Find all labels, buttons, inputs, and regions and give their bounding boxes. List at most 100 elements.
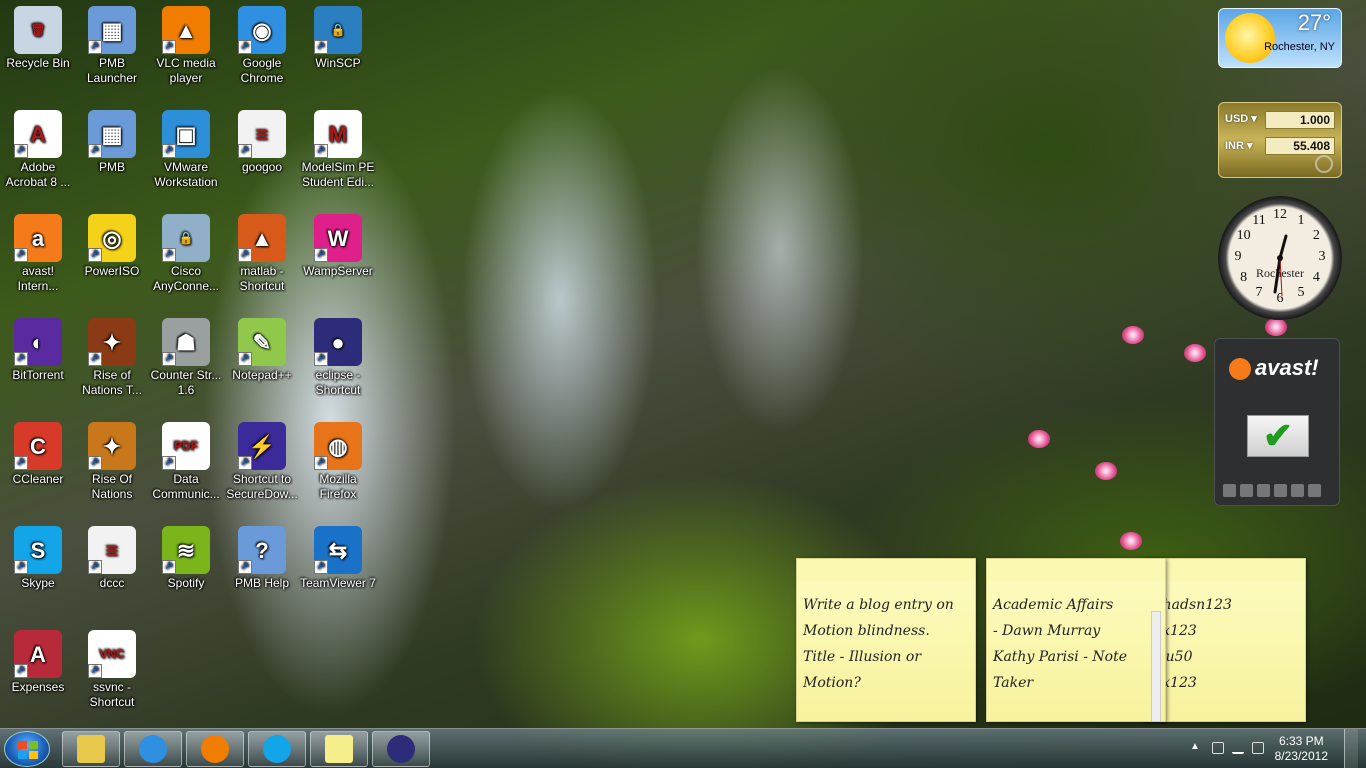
sticky-note-text[interactable]: Write a blog entry on Motion blindness. … — [803, 592, 969, 696]
shortcut-arrow-icon: ↗ — [88, 456, 102, 470]
avast-gadget[interactable]: avast! ✔ — [1214, 338, 1340, 506]
desktop-icon-label: Rise of Nations T... — [82, 368, 142, 397]
clock-display[interactable]: 6:33 PM 8/23/2012 — [1275, 734, 1328, 764]
taskbar-skype-button[interactable] — [248, 731, 306, 767]
recycle-bin-icon: 🗑 — [14, 6, 62, 54]
shortcut-arrow-icon: ↗ — [314, 456, 328, 470]
refresh-icon[interactable] — [1257, 484, 1270, 497]
battery-icon[interactable] — [1212, 742, 1224, 754]
facebook-icon[interactable] — [1291, 484, 1304, 497]
taskbar-eclipse-button[interactable] — [372, 731, 430, 767]
text-file-icon: ≡ ↗ — [88, 526, 136, 574]
sticky-note-3[interactable]: ishadsn123 rix123 thu50 rix123 — [1144, 558, 1306, 722]
windows-start-icon[interactable] — [4, 731, 50, 767]
sticky-note-text[interactable]: Academic Affairs - Dawn Murray Kathy Par… — [993, 592, 1159, 696]
desktop-icon-label: BitTorrent — [12, 368, 64, 382]
poweriso-icon: ◎ ↗ — [88, 214, 136, 262]
shortcut-arrow-icon: ↗ — [14, 664, 28, 678]
twitter-icon[interactable] — [1274, 484, 1287, 497]
shortcut-arrow-icon: ↗ — [14, 144, 28, 158]
desktop-icon[interactable]: A ↗ Expenses — [0, 630, 76, 695]
shortcut-arrow-icon: ↗ — [238, 456, 252, 470]
shortcut-arrow-icon: ↗ — [14, 248, 28, 262]
desktop-icon-label: Skype — [21, 576, 55, 590]
taskbar: ▲ 6:33 PM 8/23/2012 — [0, 728, 1366, 768]
desktop-icon-label: ssvnc - Shortcut — [89, 680, 135, 709]
desktop-icon[interactable]: ▦ ↗ PMB Launcher — [74, 6, 150, 86]
shortcut-arrow-icon: ↗ — [14, 352, 28, 366]
desktop-icon[interactable]: ≋ ↗ Spotify — [148, 526, 224, 591]
sticky-note-1[interactable]: Write a blog entry on Motion blindness. … — [796, 558, 976, 722]
desktop-icon[interactable]: ◍ ↗ Mozilla Firefox — [300, 422, 376, 502]
currency-value-inr[interactable]: 55.408 — [1265, 137, 1335, 155]
clock-gadget[interactable]: 12 1 2 3 4 5 6 7 8 9 10 11 Rochester — [1218, 196, 1342, 320]
securedownload-icon: ⚡ ↗ — [238, 422, 286, 470]
show-desktop-button[interactable] — [1344, 729, 1358, 768]
vmware-icon: ▣ ↗ — [162, 110, 210, 158]
checkmark-icon[interactable]: ✔ — [1247, 415, 1309, 457]
desktop-icon[interactable]: ▲ ↗ VLC media player — [148, 6, 224, 86]
sticky-note-text[interactable]: ishadsn123 rix123 thu50 rix123 — [1151, 592, 1299, 696]
currency-gadget[interactable]: USD ▾ 1.000 INR ▾ 55.408 — [1218, 102, 1342, 178]
desktop-icon[interactable]: ⚡ ↗ Shortcut to SecureDow... — [224, 422, 300, 502]
rss-icon[interactable] — [1308, 484, 1321, 497]
desktop-icon[interactable]: M ↗ ModelSim PE Student Edi... — [300, 110, 376, 190]
weather-temperature: 27° — [1297, 10, 1331, 35]
desktop-icon[interactable]: PDF ↗ Data Communic... — [148, 422, 224, 502]
desktop-icon-label: VLC media player — [156, 56, 216, 85]
shortcut-arrow-icon: ↗ — [88, 248, 102, 262]
desktop-icon[interactable]: ▲ ↗ matlab - Shortcut — [224, 214, 300, 294]
window-icon[interactable] — [1223, 484, 1236, 497]
desktop-icon[interactable]: W ↗ WampServer — [300, 214, 376, 279]
rise-of-nations-thrones-icon: ✦ ↗ — [88, 318, 136, 366]
currency-code-usd[interactable]: USD ▾ — [1225, 112, 1257, 125]
desktop-icon[interactable]: ▦ ↗ PMB — [74, 110, 150, 175]
pmb-help-icon: ? ↗ — [238, 526, 286, 574]
taskbar-vlc-button[interactable] — [186, 731, 244, 767]
weather-gadget[interactable]: 27° Rochester, NY — [1218, 8, 1342, 68]
desktop-icon[interactable]: S ↗ Skype — [0, 526, 76, 591]
signal-icon[interactable] — [1232, 742, 1244, 754]
taskbar-sticky-notes-button[interactable] — [310, 731, 368, 767]
teamviewer-icon: ⇆ ↗ — [314, 526, 362, 574]
desktop-icon[interactable]: 🗑 Recycle Bin — [0, 6, 76, 71]
notepadpp-icon: ✎ ↗ — [238, 318, 286, 366]
desktop-icon[interactable]: ▣ ↗ VMware Workstation — [148, 110, 224, 190]
desktop-icon[interactable]: ● ↗ eclipse - Shortcut — [300, 318, 376, 398]
desktop-icon[interactable]: ⇆ ↗ TeamViewer 7 — [300, 526, 376, 591]
desktop-icon[interactable]: ◎ ↗ PowerISO — [74, 214, 150, 279]
desktop-icon[interactable]: ◉ ↗ Google Chrome — [224, 6, 300, 86]
desktop-icon[interactable]: C ↗ CCleaner — [0, 422, 76, 487]
desktop-icon[interactable]: ? ↗ PMB Help — [224, 526, 300, 591]
avast-icon: a ↗ — [14, 214, 62, 262]
taskbar-explorer-button[interactable] — [62, 731, 120, 767]
currency-code-inr[interactable]: INR ▾ — [1225, 139, 1253, 152]
pmb-icon: ▦ ↗ — [88, 110, 136, 158]
desktop-icon[interactable]: VNC ↗ ssvnc - Shortcut — [74, 630, 150, 710]
desktop-icon[interactable]: ✦ ↗ Rise of Nations T... — [74, 318, 150, 398]
bittorrent-icon: ◐ ↗ — [14, 318, 62, 366]
desktop-icon[interactable]: ☗ ↗ Counter Str... 1.6 — [148, 318, 224, 398]
desktop-icon[interactable]: ✦ ↗ Rise Of Nations — [74, 422, 150, 502]
taskbar-chrome-button[interactable] — [124, 731, 182, 767]
desktop-icon[interactable]: ✎ ↗ Notepad++ — [224, 318, 300, 383]
desktop-icon[interactable]: ≡ ↗ googoo — [224, 110, 300, 175]
desktop-icon-label: googoo — [241, 160, 283, 174]
eclipse-icon: ● ↗ — [314, 318, 362, 366]
desktop-icon[interactable]: ≡ ↗ dccc — [74, 526, 150, 591]
sticky-notes-icon — [325, 735, 353, 763]
chrome-icon: ◉ ↗ — [238, 6, 286, 54]
currency-value-usd[interactable]: 1.000 — [1265, 111, 1335, 129]
desktop-icon[interactable]: ◐ ↗ BitTorrent — [0, 318, 76, 383]
desktop-icon[interactable]: 🔒 ↗ Cisco AnyConne... — [148, 214, 224, 294]
volume-icon[interactable] — [1252, 742, 1264, 754]
note-scrollbar[interactable] — [1151, 611, 1161, 721]
show-hidden-icons-icon[interactable]: ▲ — [1190, 741, 1200, 752]
desktop-icon-label: Cisco AnyConne... — [152, 264, 220, 293]
desktop-icon[interactable]: a ↗ avast! Intern... — [0, 214, 76, 294]
desktop-icon-label: PMB Launcher — [86, 56, 138, 85]
desktop-icon[interactable]: A ↗ Adobe Acrobat 8 ... — [0, 110, 76, 190]
monitor-icon[interactable] — [1240, 484, 1253, 497]
sticky-note-2[interactable]: Academic Affairs - Dawn Murray Kathy Par… — [986, 558, 1166, 722]
desktop-icon[interactable]: 🔒 ↗ WinSCP — [300, 6, 376, 71]
